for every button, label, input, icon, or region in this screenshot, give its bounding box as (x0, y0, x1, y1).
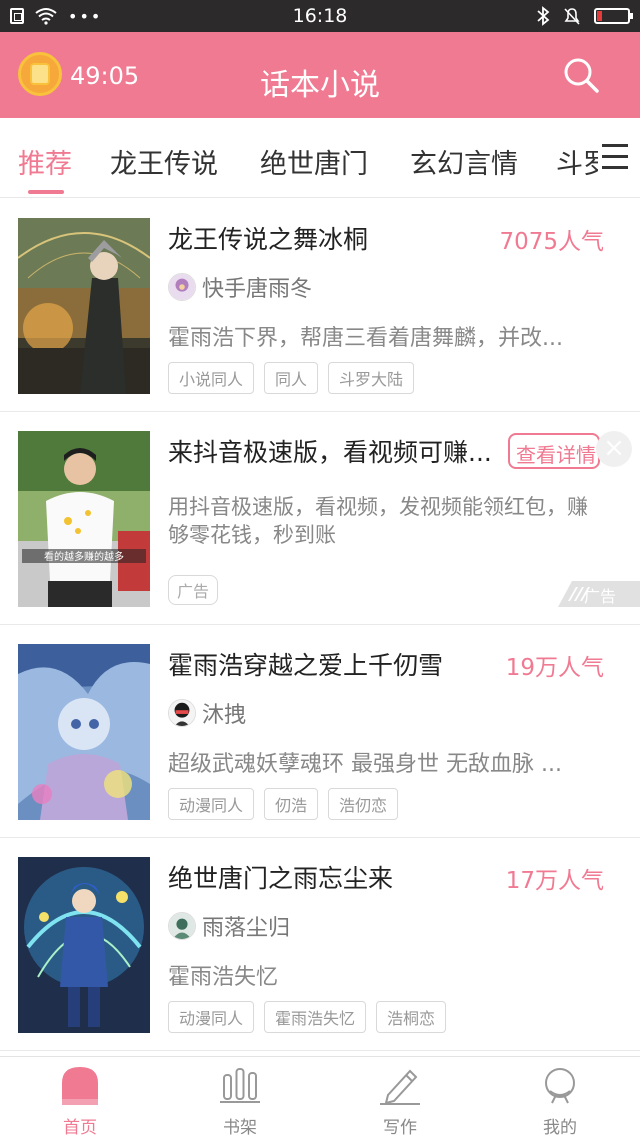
author-row[interactable]: 雨落尘归 (168, 911, 290, 941)
popularity-count: 7075人气 (499, 229, 604, 255)
ad-cover-image: 看的越多赚的越多 (18, 431, 150, 607)
tag[interactable]: 浩桐恋 (376, 1001, 447, 1033)
ad-badge: 广告 (168, 575, 219, 605)
profile-icon (545, 1068, 575, 1104)
book-cover-image (18, 218, 150, 394)
tag[interactable]: 斗罗大陆 (328, 362, 415, 394)
bell-muted-icon (564, 8, 580, 25)
book-card[interactable]: 霍雨浩穿越之爱上千仞雪 19万人气 沐拽 超级武魂妖孽魂环 最强身世 无敌血脉 … (0, 626, 640, 838)
author-row[interactable]: 沐拽 (168, 698, 246, 728)
bluetooth-icon (537, 6, 550, 26)
tag-list: 动漫同人 仞浩 浩仞恋 (168, 788, 399, 820)
author-avatar (168, 912, 196, 940)
nav-home[interactable]: 首页 (0, 1057, 160, 1138)
tag[interactable]: 霍雨浩失忆 (264, 1001, 367, 1033)
bottom-navigation: 首页 书架 写作 我的 (0, 1056, 640, 1138)
status-bar: ••• 16:18 (0, 0, 640, 32)
tab-longwang[interactable]: 龙王传说 (110, 142, 218, 181)
home-icon (62, 1067, 98, 1105)
page-title: 话本小说 (260, 68, 380, 103)
battery-icon (594, 8, 633, 24)
author-name: 沐拽 (202, 703, 247, 728)
book-title[interactable]: 绝世唐门之雨忘尘来 (168, 859, 393, 895)
book-card[interactable]: 龙王传说之舞冰桐 7075人气 快手唐雨冬 霍雨浩下界，帮唐三看着唐舞麟，并改.… (0, 200, 640, 412)
app-header: 49:05 话本小说 (0, 32, 640, 118)
book-title[interactable]: 霍雨浩穿越之爱上千仞雪 (168, 646, 443, 682)
popularity-count: 17万人气 (505, 868, 604, 894)
ad-cover-caption: 看的越多赚的越多 (44, 550, 124, 563)
search-icon[interactable] (562, 56, 600, 94)
tab-xuanhuan[interactable]: 玄幻言情 (410, 142, 518, 181)
author-name: 快手唐雨冬 (202, 277, 313, 302)
tab-recommend[interactable]: 推荐 (18, 142, 72, 181)
book-card[interactable]: 绝世唐门之雨忘尘来 17万人气 雨落尘归 霍雨浩失忆 动漫同人 霍雨浩失忆 浩桐… (0, 839, 640, 1051)
close-icon[interactable]: × (596, 431, 632, 467)
book-description: 霍雨浩失忆 (168, 965, 279, 990)
book-cover-image (18, 857, 150, 1033)
nav-label: 首页 (63, 1118, 97, 1138)
tag[interactable]: 小说同人 (168, 362, 255, 394)
sim-card-icon (10, 8, 24, 24)
active-tab-indicator (28, 190, 64, 194)
more-notifications-icon: ••• (68, 6, 103, 26)
tab-douluo-clip: 斗罗 (556, 118, 602, 196)
tabs-menu-icon[interactable] (598, 118, 640, 196)
nav-profile[interactable]: 我的 (480, 1057, 640, 1138)
bookshelf-icon (220, 1068, 260, 1103)
book-description: 超级武魂妖孽魂环 最强身世 无敌血脉 ... (168, 752, 562, 777)
nav-label: 我的 (543, 1118, 577, 1138)
author-avatar (168, 273, 196, 301)
tag[interactable]: 同人 (264, 362, 319, 394)
ad-network-icon (568, 587, 590, 601)
pen-icon (380, 1069, 420, 1105)
tag-list: 动漫同人 霍雨浩失忆 浩桐恋 (168, 1001, 447, 1033)
author-avatar (168, 699, 196, 727)
tag-list: 小说同人 同人 斗罗大陆 (168, 362, 415, 394)
popularity-count: 19万人气 (505, 655, 604, 681)
author-name: 雨落尘归 (202, 916, 291, 941)
tab-douluo[interactable]: 斗罗 (556, 142, 602, 181)
wifi-icon (35, 8, 57, 25)
tag[interactable]: 动漫同人 (168, 1001, 255, 1033)
ad-title[interactable]: 来抖音极速版，看视频可赚... (168, 433, 508, 469)
tab-jueshi[interactable]: 绝世唐门 (260, 142, 368, 181)
tag[interactable]: 浩仞恋 (328, 788, 399, 820)
battery-level (597, 11, 602, 21)
nav-label: 写作 (383, 1118, 417, 1138)
nav-write[interactable]: 写作 (320, 1057, 480, 1138)
book-description: 霍雨浩下界，帮唐三看着唐舞麟，并改... (168, 326, 563, 351)
author-row[interactable]: 快手唐雨冬 (168, 272, 312, 302)
ad-description: 用抖音极速版，看视频，发视频能领红包，赚够零花钱，秒到账 (168, 495, 588, 547)
nav-label: 书架 (223, 1118, 257, 1138)
ad-details-button[interactable]: 查看详情 (508, 433, 600, 469)
category-tabs: 推荐 龙王传说 绝世唐门 玄幻言情 斗罗 (0, 118, 640, 198)
ad-card[interactable]: 看的越多赚的越多 来抖音极速版，看视频可赚... 查看详情 × 用抖音极速版，看… (0, 413, 640, 625)
nav-bookshelf[interactable]: 书架 (160, 1057, 320, 1138)
status-time: 16:18 (292, 5, 348, 27)
tag[interactable]: 仞浩 (264, 788, 319, 820)
tag[interactable]: 动漫同人 (168, 788, 255, 820)
book-title[interactable]: 龙王传说之舞冰桐 (168, 220, 368, 256)
ad-corner-label: 广告 (558, 581, 640, 607)
book-cover-image (18, 644, 150, 820)
